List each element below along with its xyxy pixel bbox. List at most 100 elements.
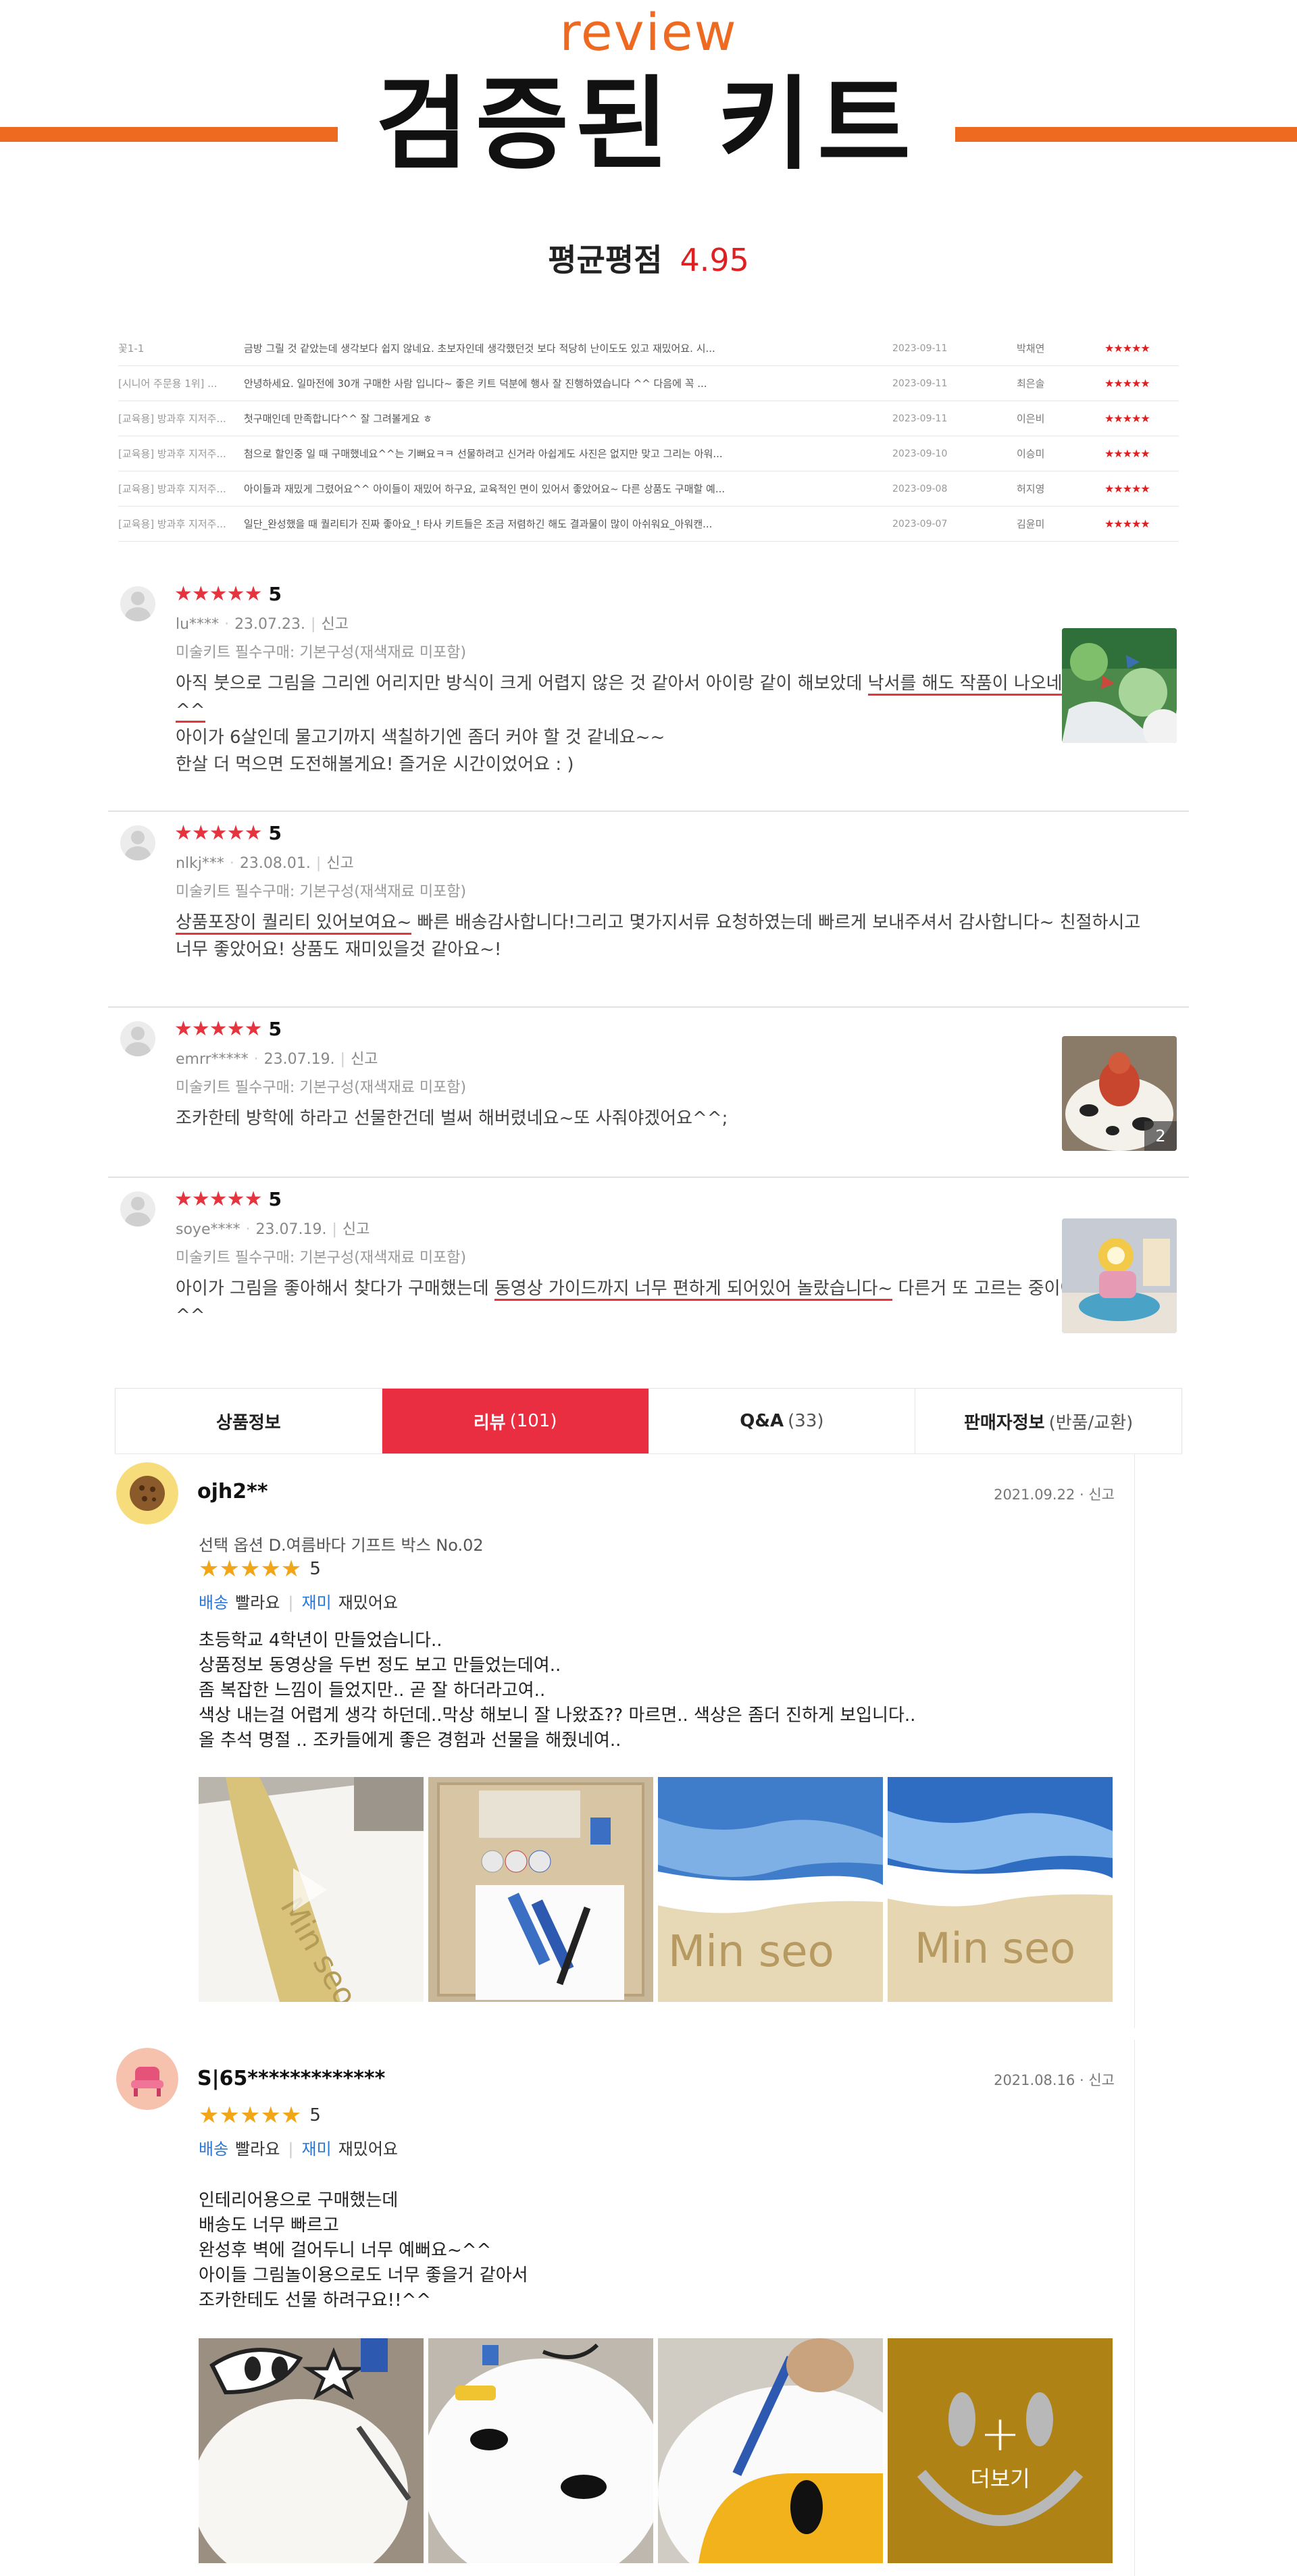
review-photo-thumbnail[interactable]: Min seo: [658, 1777, 883, 2002]
tag-key: 배송: [199, 2140, 229, 2159]
review-photo-thumbnail[interactable]: [1062, 628, 1177, 743]
review-rating: ★★★★★ 5: [174, 821, 282, 845]
more-photos-button[interactable]: + 더보기: [888, 2338, 1113, 2563]
review-card: ★★★★★ 5 emrr***** · 23.07.19. | 신고 미술키트 필수구매:…: [108, 1009, 1189, 1178]
purchase-option: 미술키트 필수구매: 기본구성(재색재료 미포함): [176, 883, 467, 900]
review-photo-thumbnail[interactable]: [428, 1777, 653, 2002]
star-rating-icon: ★★★★★: [174, 1187, 262, 1211]
review-text[interactable]: 일단_완성했을 때 퀄리티가 진짜 좋아요_! 타사 키트들은 조금 저렴하긴 …: [244, 517, 892, 531]
review-text[interactable]: 첨으로 할인중 일 때 구매했네요^^는 기뻐요ㅋㅋ 선물하려고 신거라 아쉽게…: [244, 446, 892, 461]
review-text[interactable]: 아이들과 재밌게 그렸어요^^ 아이들이 재밌어 하구요, 교육적인 면이 있어…: [244, 482, 892, 496]
review-text: 아이가 그림을 좋아해서 찾다가 구매했는데: [176, 1279, 494, 1299]
star-rating-icon: ★★★★★: [174, 821, 262, 845]
list-item[interactable]: [시니어 주문용 1위] ... 안녕하세요. 일마전에 30개 구매한 사람 …: [118, 366, 1179, 401]
review-date: 2023-09-10: [892, 448, 948, 459]
report-link[interactable]: 신고: [326, 855, 353, 872]
meta-separator: |: [340, 1051, 346, 1068]
meta-separator: ·: [245, 1221, 251, 1238]
review-date: 2023-09-08: [892, 483, 948, 494]
review-option: [교육용] 방과후 지저주...: [118, 483, 226, 495]
star-rating-icon: ★★★★★: [1104, 342, 1150, 355]
average-rating-score: 4.95: [680, 242, 749, 278]
review-text-line: 한살 더 먹으면 도전해볼게요! 즐거운 시간이었어요 : ): [176, 754, 574, 775]
report-link[interactable]: 신고: [1088, 1487, 1115, 1503]
more-label: 더보기: [970, 2465, 1030, 2492]
review-date: 2021.08.16: [994, 2072, 1075, 2088]
product-tabs: 상품정보 리뷰 (101) Q&A (33) 판매자정보 (반품/교환): [115, 1388, 1182, 1454]
list-item[interactable]: [교육용] 방과후 지저주... 첨으로 할인중 일 때 구매했네요^^는 기뻐…: [118, 436, 1179, 471]
review-photo-thumbnail[interactable]: 2: [1062, 1036, 1177, 1151]
review-photo-thumbnail[interactable]: [658, 2338, 883, 2563]
review-author: 김윤미: [1017, 518, 1045, 530]
tab-count: (반품/교환): [1048, 1412, 1134, 1433]
review-text[interactable]: 안녕하세요. 일마전에 30개 구매한 사람 입니다~ 좋은 키트 덕분에 행사…: [244, 376, 892, 390]
report-link[interactable]: 신고: [342, 1221, 370, 1238]
svg-text:Min seo: Min seo: [915, 1924, 1075, 1973]
review-date: 23.07.23.: [234, 616, 306, 633]
list-item[interactable]: 꽃1-1 금방 그릴 것 같았는데 생각보다 쉽지 않네요. 초보자인데 생각했…: [118, 331, 1179, 366]
review-card: ojh2** 2021.09.22 · 신고 선택 옵션 D.여름바다 기프트 …: [115, 1454, 1182, 2028]
review-photo-thumbnail[interactable]: [428, 2338, 653, 2563]
svg-text:Min seo: Min seo: [668, 1927, 834, 1977]
review-option: [교육용] 방과후 지저주...: [118, 518, 226, 530]
review-date: 23.08.01.: [239, 855, 311, 872]
review-option: [시니어 주문용 1위] ...: [118, 378, 218, 390]
review-date: 23.07.19.: [255, 1221, 327, 1238]
tab-label: 상품정보: [216, 1412, 281, 1433]
review-text-line: 초등학교 4학년이 만들었습니다..: [199, 1630, 442, 1651]
tab-product-info[interactable]: 상품정보: [116, 1389, 382, 1453]
review-option: [교육용] 방과후 지저주...: [118, 448, 226, 460]
review-rating: ★★★★★ 5: [174, 1187, 282, 1211]
review-body: 아이가 그림을 좋아해서 찾다가 구매했는데 동영상 가이드까지 너무 편하게 …: [176, 1275, 1094, 1329]
review-text[interactable]: 금방 그릴 것 같았는데 생각보다 쉽지 않네요. 초보자인데 생각했던것 보다…: [244, 341, 892, 355]
review-date: 2023-09-07: [892, 518, 948, 530]
review-card: S|65************* 2021.08.16 · 신고 ★★★★★ 5…: [115, 2040, 1182, 2576]
star-rating-icon: ★★★★★: [1104, 447, 1150, 460]
list-item[interactable]: [교육용] 방과후 지저주... 첫구매인데 만족합니다^^ 잘 그려볼게요 ㅎ…: [118, 401, 1179, 436]
tab-label: 판매자정보: [963, 1412, 1045, 1433]
review-text-line: 완성후 벽에 걸어두니 너무 예뻐요~^^: [199, 2240, 492, 2261]
list-item[interactable]: [교육용] 방과후 지저주... 일단_완성했을 때 퀄리티가 진짜 좋아요_!…: [118, 507, 1179, 542]
star-rating-icon: ★★★★★: [174, 1017, 262, 1041]
star-rating-icon: ★★★★★: [174, 582, 262, 606]
review-video-thumbnail[interactable]: Min seo: [199, 1777, 424, 2002]
review-card: ★★★★★ 5 nlkj*** · 23.08.01. | 신고 미술키트 필수구매: 기…: [108, 813, 1189, 1008]
review-summary-list: 꽃1-1 금방 그릴 것 같았는데 생각보다 쉽지 않네요. 초보자인데 생각했…: [118, 331, 1179, 542]
rating-score: 5: [268, 822, 282, 844]
section-eyebrow: review: [559, 2, 738, 62]
decor-bar-left: [0, 127, 338, 142]
tab-seller-info[interactable]: 판매자정보 (반품/교환): [915, 1389, 1181, 1453]
review-date-meta: 2021.08.16 · 신고: [994, 2072, 1115, 2088]
tab-reviews[interactable]: 리뷰 (101): [382, 1389, 649, 1453]
review-body: 초등학교 4학년이 만들었습니다.. 상품정보 동영상을 두번 정도 보고 만들…: [199, 1628, 1077, 1753]
report-link[interactable]: 신고: [321, 616, 348, 633]
meta-separator: |: [315, 855, 322, 872]
review-text[interactable]: 첫구매인데 만족합니다^^ 잘 그려볼게요 ㅎ: [244, 411, 892, 426]
play-icon: [293, 1868, 327, 1911]
review-text-line: 좀 복잡한 느낌이 들었지만.. 곧 잘 하더라고여..: [199, 1680, 546, 1701]
tag-key: 배송: [199, 1593, 229, 1612]
review-body: 인테리어용으로 구매했는데 배송도 너무 빠르고 완성후 벽에 걸어두니 너무 …: [199, 2188, 1077, 2313]
star-rating-icon: ★★★★★: [1104, 482, 1150, 495]
tag-key: 재미: [301, 2140, 332, 2159]
tab-qna[interactable]: Q&A (33): [649, 1389, 916, 1453]
review-photo-thumbnail[interactable]: Min seo: [888, 1777, 1113, 2002]
list-item[interactable]: [교육용] 방과후 지저주... 아이들과 재밌게 그렸어요^^ 아이들이 재밌…: [118, 471, 1179, 507]
meta-separator: ·: [253, 1051, 259, 1068]
review-text: 아직 붓으로 그림을 그리엔 어리지만 방식이 크게 어렵지 않은 것 같아서 …: [176, 673, 868, 694]
review-photo-thumbnail[interactable]: [1062, 1218, 1177, 1333]
review-date: 2023-09-11: [892, 413, 948, 424]
report-link[interactable]: 신고: [351, 1051, 378, 1068]
report-link[interactable]: 신고: [1088, 2072, 1115, 2088]
tag-separator: |: [288, 2140, 294, 2159]
star-rating-icon: ★★★★★: [1104, 377, 1150, 390]
review-date: 2023-09-11: [892, 342, 948, 354]
review-option: 꽃1-1: [118, 342, 145, 355]
chair-avatar-icon: [116, 2048, 178, 2110]
review-meta: nlkj*** · 23.08.01. | 신고: [176, 851, 354, 873]
review-photos: Min seo Min seo Min seo: [199, 1777, 1113, 2002]
purchase-option: 미술키트 필수구매: 기본구성(재색재료 미포함): [176, 644, 467, 661]
review-photo-thumbnail[interactable]: + 더보기: [888, 2338, 1113, 2563]
review-photo-thumbnail[interactable]: [199, 2338, 424, 2563]
profile-avatar: [116, 2048, 178, 2110]
